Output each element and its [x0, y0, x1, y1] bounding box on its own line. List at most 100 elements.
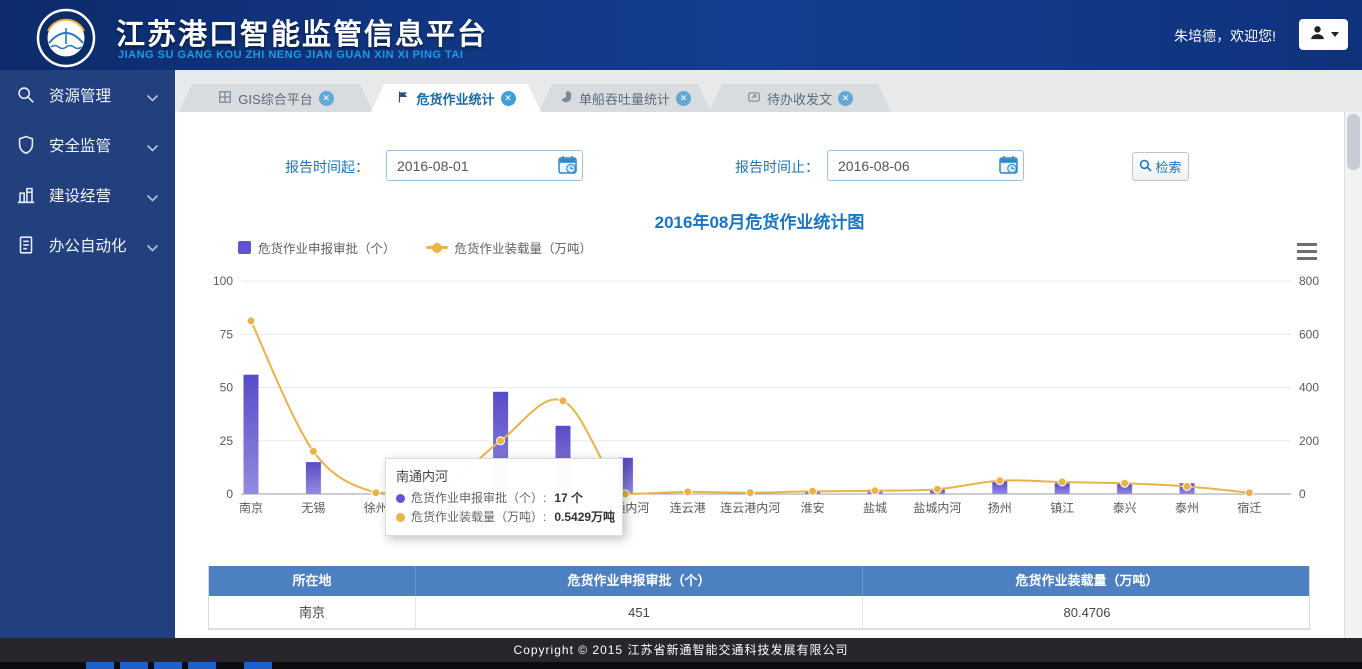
svg-text:盐城: 盐城: [863, 501, 887, 515]
tooltip-row: 危货作业装载量（万吨）: 0.5429万吨: [396, 508, 612, 527]
table-header-row: 所在地 危货作业申报审批（个） 危货作业装载量（万吨）: [209, 566, 1309, 596]
svg-text:100: 100: [213, 274, 233, 288]
sidebar-item-label: 建设经营: [49, 184, 146, 206]
flag-icon: [396, 90, 410, 107]
svg-text:800: 800: [1299, 274, 1319, 288]
svg-text:盐城内河: 盐城内河: [913, 501, 961, 515]
svg-text:0: 0: [226, 487, 233, 501]
caret-down-icon: [1331, 32, 1339, 37]
search-button-label: 检索: [1155, 157, 1181, 176]
office-automation-icon: [15, 233, 39, 257]
chart-menu-icon[interactable]: [1297, 243, 1317, 264]
chart-title: 2016年08月危货作业统计图: [175, 208, 1344, 233]
search-icon: [1139, 159, 1152, 175]
calendar-icon[interactable]: [997, 153, 1021, 177]
tab-label: 单船吞吐量统计: [579, 89, 670, 108]
tooltip-value: 0.5429万吨: [554, 508, 615, 527]
user-menu-button[interactable]: [1299, 19, 1348, 50]
send-icon: [747, 90, 761, 107]
close-icon[interactable]: [501, 91, 516, 106]
legend-item-line[interactable]: 危货作业装载量（万吨）: [426, 238, 593, 257]
tooltip-row: 危货作业申报审批（个）: 17 个: [396, 489, 612, 508]
tooltip-title: 南通内河: [396, 466, 612, 485]
report-start-input[interactable]: [386, 150, 583, 181]
table-header-cell: 所在地: [209, 566, 416, 596]
close-icon[interactable]: [319, 91, 334, 106]
chevron-down-icon: [146, 140, 160, 150]
tab-ship-throughput-stats[interactable]: 单船吞吐量统计: [539, 84, 711, 112]
svg-text:50: 50: [220, 381, 234, 395]
table-header-cell: 危货作业申报审批（个）: [416, 566, 863, 596]
legend-label: 危货作业装载量（万吨）: [455, 238, 593, 257]
tab-bar: GIS综合平台 危货作业统计 单船吞吐量统计 待办收发文: [175, 70, 1362, 112]
svg-text:泰州: 泰州: [1175, 501, 1199, 515]
legend-item-bar[interactable]: 危货作业申报审批（个）: [238, 238, 396, 257]
pie-icon: [559, 90, 573, 107]
tab-dangerous-cargo-stats[interactable]: 危货作业统计: [371, 84, 541, 112]
sidebar-item-office-automation[interactable]: 办公自动化: [0, 220, 175, 270]
table-header-cell: 危货作业装载量（万吨）: [863, 566, 1311, 596]
sidebar-item-label: 资源管理: [49, 84, 146, 106]
resource-icon: [15, 83, 39, 107]
construction-icon: [15, 183, 39, 207]
sidebar-item-safety[interactable]: 安全监管: [0, 120, 175, 170]
copyright-text: Copyright © 2015 江苏省新通智能交通科技发展有限公司: [514, 643, 849, 657]
statistics-table: 所在地 危货作业申报审批（个） 危货作业装载量（万吨） 南京 451 80.47…: [208, 566, 1310, 630]
sidebar-item-construction[interactable]: 建设经营: [0, 170, 175, 220]
svg-text:200: 200: [1299, 434, 1319, 448]
tab-label: GIS综合平台: [238, 89, 312, 108]
user-icon: [1309, 24, 1326, 46]
svg-text:25: 25: [220, 434, 234, 448]
svg-text:连云港内河: 连云港内河: [720, 500, 780, 515]
tooltip-value: 17 个: [554, 489, 583, 508]
shield-icon: [15, 133, 39, 157]
page-footer: Copyright © 2015 江苏省新通智能交通科技发展有限公司: [0, 638, 1362, 662]
sidebar: 资源管理 安全监管 建设经营 办公自动化: [0, 70, 175, 638]
close-icon[interactable]: [676, 91, 691, 106]
gis-icon: [218, 90, 232, 107]
tooltip-label: 危货作业装载量（万吨）:: [411, 508, 546, 527]
svg-text:泰兴: 泰兴: [1113, 501, 1137, 515]
svg-text:600: 600: [1299, 327, 1319, 341]
chart-legend: 危货作业申报审批（个） 危货作业装载量（万吨）: [238, 238, 592, 257]
scrollbar-thumb[interactable]: [1347, 114, 1360, 170]
table-cell: 南京: [209, 596, 416, 629]
main-content: 报告时间起： 报告时间止： 检索 2016年08月危货作业统计图 危货作业申报审…: [175, 112, 1344, 638]
svg-text:75: 75: [220, 327, 234, 341]
vertical-scrollbar[interactable]: [1344, 112, 1362, 638]
svg-text:0: 0: [1299, 487, 1306, 501]
sidebar-item-label: 安全监管: [49, 134, 146, 156]
chevron-down-icon: [146, 90, 160, 100]
svg-text:宿迁: 宿迁: [1237, 500, 1261, 515]
bar-series-dot-icon: [396, 494, 405, 503]
chart-tooltip: 南通内河 危货作业申报审批（个）: 17 个 危货作业装载量（万吨）: 0.54…: [385, 458, 623, 536]
tab-gis-platform[interactable]: GIS综合平台: [179, 84, 373, 112]
svg-text:400: 400: [1299, 381, 1319, 395]
svg-text:扬州: 扬州: [988, 500, 1012, 515]
tab-label: 危货作业统计: [416, 89, 494, 108]
statistics-chart[interactable]: 02550751000200400600800南京无锡徐州常州苏州南通南通内河连…: [205, 265, 1335, 543]
page-title: 江苏港口智能监管信息平台: [116, 11, 488, 53]
taskbar-strip: [0, 662, 1362, 669]
table-cell: 451: [416, 596, 863, 629]
legend-label: 危货作业申报审批（个）: [258, 238, 396, 257]
table-cell: 80.4706: [863, 596, 1311, 629]
report-end-input[interactable]: [827, 150, 1024, 181]
sidebar-item-resources[interactable]: 资源管理: [0, 70, 175, 120]
chevron-down-icon: [146, 240, 160, 250]
chevron-down-icon: [146, 190, 160, 200]
table-row: 南京 451 80.4706: [209, 596, 1309, 629]
close-icon[interactable]: [838, 91, 853, 106]
report-end-label: 报告时间止：: [735, 157, 819, 177]
app-header: 江苏港口智能监管信息平台 JIANG SU GANG KOU ZHI NENG …: [0, 0, 1362, 70]
bar-series-marker: [238, 241, 251, 254]
calendar-icon[interactable]: [556, 153, 580, 177]
search-button[interactable]: 检索: [1132, 152, 1189, 181]
line-series-marker: [426, 246, 448, 249]
tooltip-label: 危货作业申报审批（个）:: [411, 489, 546, 508]
line-series-dot-icon: [396, 513, 405, 522]
svg-text:淮安: 淮安: [801, 500, 825, 515]
report-start-label: 报告时间起：: [285, 157, 369, 177]
tab-pending-documents[interactable]: 待办收发文: [709, 84, 891, 112]
svg-text:连云港: 连云港: [670, 500, 706, 515]
